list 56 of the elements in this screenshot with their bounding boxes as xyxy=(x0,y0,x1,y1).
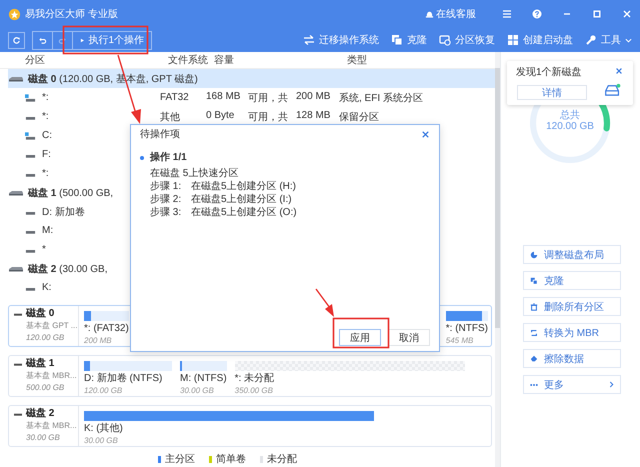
disk-size: 500.00 GB xyxy=(25,382,66,394)
legend-label: 主分区 xyxy=(165,452,195,466)
legend-label: 未分配 xyxy=(267,452,297,466)
partition-size: 350.00 GB xyxy=(234,385,274,396)
step-text: 在磁盘5上创建分区 (I:) xyxy=(191,193,292,206)
partition-size: 30.00 GB xyxy=(84,435,119,446)
partition-size: 545 MB xyxy=(446,335,474,346)
free-space: 0 Byte xyxy=(206,110,236,122)
step-label: 步骤 2: xyxy=(150,193,182,206)
partition-label: *: 未分配 xyxy=(234,373,276,385)
total-label: 总共 xyxy=(560,110,580,121)
step-label: 步骤 1: xyxy=(150,180,182,193)
partition-name: C: xyxy=(42,130,52,141)
operation-heading: 操作 1/1 xyxy=(150,151,187,164)
total-size: 120.00 GB xyxy=(546,121,594,132)
partition-type: 保留分区 xyxy=(339,112,379,122)
partition-name: F: xyxy=(42,149,51,160)
partition-name: D: 新加卷 xyxy=(42,206,85,218)
file-system: 其他 xyxy=(160,112,180,122)
partition-size: 120.00 GB xyxy=(84,385,124,396)
disk-size: 120.00 GB xyxy=(25,332,66,344)
partition-label: *: (FAT32) xyxy=(84,323,129,335)
partition-label: M: (NTFS) xyxy=(180,373,227,385)
legend-label: 简单卷 xyxy=(216,452,246,466)
total-space: 200 MB xyxy=(296,90,330,104)
partition-name: *: xyxy=(42,168,49,179)
step-text: 在磁盘5上创建分区 (O:) xyxy=(191,206,297,219)
disk-size: 30.00 GB xyxy=(25,432,61,444)
partition-name: * xyxy=(42,244,46,255)
free-of-label: 可用，共 xyxy=(248,110,288,124)
step-label: 步骤 3: xyxy=(150,206,182,219)
window-title: 易我分区大师 专业版 xyxy=(25,8,118,21)
disk-name: 磁盘 0 xyxy=(26,308,54,320)
disk-name: 磁盘 2 xyxy=(26,408,54,420)
partition-name: K: xyxy=(42,282,52,293)
disk-name: 磁盘 1 xyxy=(26,358,54,370)
partition-size: 30.00 GB xyxy=(180,385,215,396)
free-space: 168 MB xyxy=(206,90,240,104)
total-space: 128 MB xyxy=(296,110,330,122)
file-system: FAT32 xyxy=(160,92,189,103)
partition-name: *: xyxy=(42,111,49,122)
notification-text: 发现1个新磁盘 xyxy=(516,66,582,79)
disk-type: 基本盘 GPT ... xyxy=(25,320,78,332)
partition-name: *: xyxy=(42,92,49,103)
partition-size: 200 MB xyxy=(84,335,113,346)
step-text: 在磁盘5上创建分区 (H:) xyxy=(191,180,296,193)
partition-label: K: (其他) xyxy=(84,423,124,435)
partition-name: M: xyxy=(42,225,54,236)
dialog-title: 待操作项 xyxy=(140,128,180,141)
disk-type: 基本盘 MBR... xyxy=(25,370,78,382)
free-of-label: 可用，共 xyxy=(248,92,288,104)
operation-summary: 在磁盘 5上快速分区 xyxy=(149,167,240,180)
partition-label: D: 新加卷 (NTFS) xyxy=(84,373,164,385)
partition-type: 系统, EFI 系统分区 xyxy=(339,92,423,104)
partition-label: *: (NTFS) xyxy=(446,323,488,335)
disk-type: 基本盘 MBR... xyxy=(25,420,78,432)
